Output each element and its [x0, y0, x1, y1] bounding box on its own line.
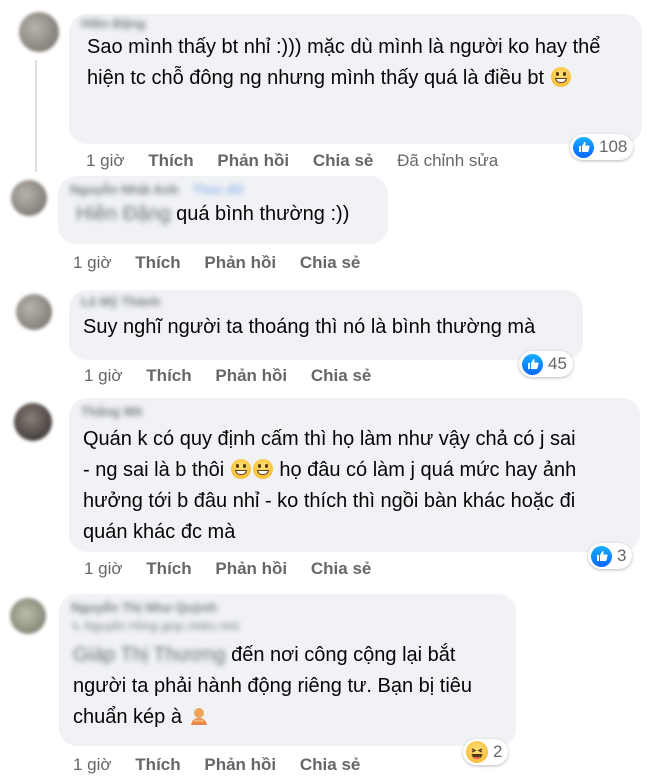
- comment-bubble: Nguyễn Nhật Anh Theo dõi Hiền Đặng quá bì…: [58, 176, 388, 244]
- reply-button[interactable]: Phản hồi: [215, 366, 287, 385]
- reply-arrow-icon: ↳: [71, 619, 85, 633]
- comment-actions: 1 giờ Thích Phản hồi Chia sẻ Đã chỉnh sử…: [86, 151, 517, 171]
- comment-bubble: Thắng Mít Quán k có quy định cấm thì họ …: [69, 398, 640, 552]
- reply-reference[interactable]: ↳ Nguyễn Hồng giúp chiều nhỏ: [71, 618, 504, 634]
- comment-text: Giáp Thị Thương đến nơi công cộng lại bắ…: [73, 644, 473, 728]
- commenter-name[interactable]: Hiền Đặng: [81, 16, 630, 32]
- like-button[interactable]: Thích: [146, 366, 191, 385]
- comment-time[interactable]: 1 giờ: [73, 755, 112, 774]
- grinning-emoji-icon: [550, 67, 571, 87]
- reply-button[interactable]: Phản hồi: [204, 755, 276, 774]
- comment-text: Suy nghĩ người ta thoáng thì nó là bình …: [83, 316, 536, 338]
- commenter-name[interactable]: Thắng Mít: [81, 404, 628, 420]
- thread-line: [35, 60, 37, 172]
- mentioned-user[interactable]: Hiền Đặng: [76, 203, 171, 225]
- avatar[interactable]: [19, 12, 59, 52]
- bowing-person-emoji-icon: [188, 705, 210, 725]
- edited-label[interactable]: Đã chỉnh sửa: [397, 151, 498, 170]
- follow-link[interactable]: Theo dõi: [193, 182, 244, 197]
- reaction-count[interactable]: 3: [588, 543, 633, 569]
- avatar[interactable]: [16, 294, 52, 330]
- grinning-emoji-icon: [252, 459, 273, 479]
- reaction-count[interactable]: 108: [570, 134, 634, 160]
- grinning-emoji-icon: [230, 459, 251, 479]
- comment-time[interactable]: 1 giờ: [84, 366, 123, 385]
- like-button[interactable]: Thích: [135, 755, 180, 774]
- comment-actions: 1 giờ Thích Phản hồi Chia sẻ: [84, 559, 390, 579]
- commenter-name[interactable]: Nguyễn Thị Như Quỳnh: [71, 600, 504, 616]
- comment-text: Sao mình thấy bt nhỉ :))) mặc dù mình là…: [87, 36, 601, 89]
- like-icon: [573, 136, 594, 158]
- reply-button[interactable]: Phản hồi: [204, 253, 276, 272]
- comment-actions: 1 giờ Thích Phản hồi Chia sẻ: [73, 755, 379, 775]
- avatar[interactable]: [11, 180, 47, 216]
- share-button[interactable]: Chia sẻ: [311, 559, 371, 578]
- like-button[interactable]: Thích: [135, 253, 180, 272]
- commenter-name[interactable]: Lê Mỹ Thành: [81, 294, 571, 310]
- comment-text: Quán k có quy định cấm thì họ làm như vậ…: [83, 428, 577, 543]
- comment-time[interactable]: 1 giờ: [73, 253, 112, 272]
- reaction-number: 3: [617, 546, 627, 565]
- reply-button[interactable]: Phản hồi: [217, 151, 289, 170]
- comment-actions: 1 giờ Thích Phản hồi Chia sẻ: [73, 253, 379, 273]
- comment-bubble: Lê Mỹ Thành Suy nghĩ người ta thoáng thì…: [69, 290, 583, 360]
- comment-time[interactable]: 1 giờ: [84, 559, 123, 578]
- reaction-count[interactable]: 45: [519, 351, 573, 377]
- reaction-count[interactable]: 2: [463, 739, 509, 765]
- reaction-number: 108: [599, 137, 628, 156]
- reaction-number: 45: [548, 354, 567, 373]
- commenter-name[interactable]: Nguyễn Nhật Anh Theo dõi: [70, 182, 376, 198]
- reply-button[interactable]: Phản hồi: [215, 559, 287, 578]
- share-button[interactable]: Chia sẻ: [300, 253, 360, 272]
- avatar[interactable]: [10, 598, 46, 634]
- like-button[interactable]: Thích: [146, 559, 191, 578]
- share-button[interactable]: Chia sẻ: [300, 755, 360, 774]
- comment-bubble: Nguyễn Thị Như Quỳnh ↳ Nguyễn Hồng giúp …: [59, 594, 516, 746]
- comment-bubble: Hiền Đặng Sao mình thấy bt nhỉ :))) mặc …: [69, 14, 642, 144]
- share-button[interactable]: Chia sẻ: [313, 151, 373, 170]
- comment-actions: 1 giờ Thích Phản hồi Chia sẻ: [84, 366, 390, 386]
- reaction-number: 2: [493, 742, 503, 761]
- like-icon: [522, 353, 543, 375]
- share-button[interactable]: Chia sẻ: [311, 366, 371, 385]
- avatar[interactable]: [14, 403, 52, 441]
- haha-icon: [466, 741, 488, 763]
- like-icon: [591, 545, 612, 567]
- comment-text: Hiền Đặng quá bình thường :)): [76, 203, 350, 225]
- mentioned-user[interactable]: Giáp Thị Thương: [73, 644, 226, 666]
- like-button[interactable]: Thích: [148, 151, 193, 170]
- comment-time[interactable]: 1 giờ: [86, 151, 125, 170]
